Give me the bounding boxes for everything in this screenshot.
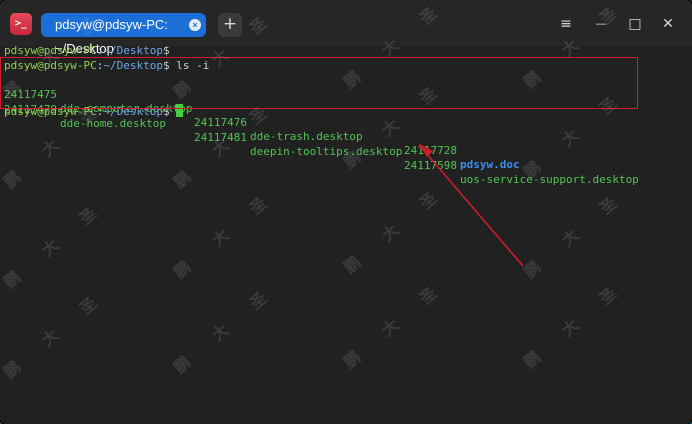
annotation-highlight-box (0, 57, 638, 109)
file-name: pdsyw.doc (460, 158, 520, 171)
file-name: dde-home.desktop (60, 117, 166, 130)
prompt-path: ~/Desktop (103, 44, 163, 57)
inode: 24117598 (404, 159, 457, 172)
file-name: deepin-tooltips.desktop (250, 145, 403, 158)
terminal-window: >_ pdsyw@pdsyw-PC: ~/Desktop × + ≡ — □ ✕… (0, 0, 692, 424)
minimize-icon[interactable]: — (590, 13, 612, 35)
prompt-symbol: $ (162, 44, 170, 57)
terminal-app-icon[interactable]: >_ (10, 13, 32, 35)
inode: 24117476 (194, 116, 247, 129)
file-name: uos-service-support.desktop (460, 173, 639, 186)
inode: 24117481 (194, 131, 247, 144)
titlebar: >_ pdsyw@pdsyw-PC: ~/Desktop × + ≡ — □ ✕ (0, 0, 692, 56)
close-icon[interactable]: ✕ (657, 13, 679, 35)
new-tab-button[interactable]: + (218, 13, 242, 37)
prompt-user: pdsyw@pdsyw-PC (4, 44, 97, 57)
maximize-icon[interactable]: □ (624, 13, 646, 35)
tab-terminal[interactable]: pdsyw@pdsyw-PC: ~/Desktop × (41, 13, 206, 56)
tab-close-icon[interactable]: × (189, 19, 201, 31)
inode: 24117728 (404, 144, 457, 157)
file-name: dde-trash.desktop (250, 130, 363, 143)
hamburger-menu-icon[interactable]: ≡ (555, 13, 577, 35)
